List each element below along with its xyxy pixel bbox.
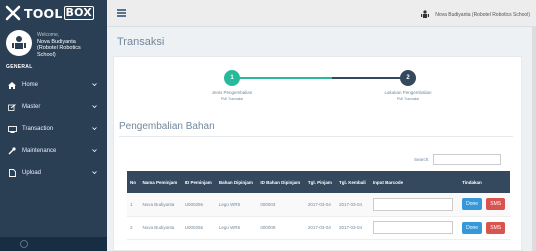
cell-no: 2	[130, 225, 133, 230]
sidebar-section-label: GENERAL	[6, 64, 33, 70]
avatar	[6, 30, 32, 56]
wizard-step-1[interactable]: 1	[224, 70, 240, 86]
col-header-tindakan[interactable]: Tindakan	[459, 171, 510, 193]
cell-id-bahan: 000003	[260, 201, 276, 207]
sidebar-item-label: Maintenance	[22, 148, 57, 154]
col-header-input-barcode[interactable]: Input Barcode	[370, 171, 459, 193]
tools-icon	[5, 5, 21, 21]
sidebar: TOOL BOX Welcome, Nova Budiyanta (Robote…	[0, 0, 107, 251]
profile-name-line-3: School)	[37, 51, 56, 58]
cell-tgl-pinjam: 2017-03-04	[307, 225, 331, 230]
sidebar-item-master[interactable]: Master	[0, 96, 107, 118]
sidebar-item-label: Home	[22, 82, 39, 88]
chevron-down-icon	[92, 127, 97, 131]
cell-nama-peminjam: Nova Budiyanta	[142, 225, 175, 230]
settings-icon[interactable]	[20, 240, 28, 248]
wizard-line-progress	[232, 77, 332, 79]
sidebar-item-home[interactable]: Home	[0, 74, 107, 96]
cell-bahan: Lego WR5	[218, 201, 241, 207]
robot-avatar-icon	[12, 36, 26, 49]
sidebar-item-label: Master	[22, 104, 41, 110]
cell-tgl-pinjam: 2017-03-04	[307, 201, 331, 207]
brand-box: BOX	[63, 6, 94, 20]
scrollbar[interactable]	[532, 27, 536, 251]
profile-name-line-2: (Robotel Robotics	[37, 45, 81, 51]
sidebar-item-upload[interactable]: Upload	[0, 162, 107, 184]
user-menu[interactable]: Nova Budiyanta (Robotel Robotics School)	[421, 10, 530, 19]
table-row: 2 Nova Budiyanta U000256 Lego WR5 000009…	[127, 216, 510, 239]
section-title: Pengembalian Bahan	[119, 121, 215, 132]
content-panel: 1 2 Jenis Pengembalian PMI Transaksi Lak…	[113, 56, 522, 251]
profile: Welcome, Nova Budiyanta (Robotel Robotic…	[0, 26, 107, 62]
col-header-tgl-kembali[interactable]: Tgl. Kembali	[336, 171, 370, 193]
col-header-id-bahan[interactable]: ID Bahan Dipinjam	[257, 171, 304, 193]
wizard-step-2-label: Lakukan Pengembalian PMI Transaksi	[363, 90, 453, 102]
return-table: No Nama Peminjam ID Peminjam Bahan Dipin…	[127, 171, 510, 240]
chevron-down-icon	[92, 105, 97, 109]
cell-id-peminjam: U000256	[184, 201, 203, 207]
wizard-step-sub: PMI Transaksi	[220, 97, 244, 101]
search-label: Search:	[414, 157, 430, 162]
wizard-step-sub: PMI Transaksi	[396, 97, 420, 101]
cell-bahan: Lego WR5	[218, 225, 241, 230]
done-button[interactable]: Done	[462, 221, 483, 234]
col-header-bahan-dipinjam[interactable]: Bahan Dipinjam	[216, 171, 257, 193]
col-header-no[interactable]: No	[127, 171, 139, 193]
cell-nama-peminjam: Nova Budiyanta	[142, 201, 175, 207]
brand-name: TOOL	[24, 5, 63, 21]
home-icon	[7, 81, 17, 90]
wizard-step-2[interactable]: 2	[400, 70, 416, 86]
robot-user-icon	[421, 10, 430, 18]
search-input[interactable]	[432, 154, 501, 165]
chevron-down-icon	[92, 83, 97, 87]
col-header-nama-peminjam[interactable]: Nama Peminjam	[139, 171, 181, 193]
cell-barcode	[370, 216, 459, 239]
divider	[119, 136, 513, 137]
monitor-icon	[7, 125, 17, 134]
table-search: Search:	[414, 154, 501, 165]
sidebar-item-transaction[interactable]: Transaction	[0, 118, 107, 140]
chevron-down-icon	[92, 149, 97, 153]
cell-tgl-kembali: 2017-03-04	[338, 201, 362, 207]
sidebar-item-maintenance[interactable]: Maintenance	[0, 140, 107, 162]
sidebar-item-label: Transaction	[22, 126, 54, 132]
chevron-down-icon	[92, 171, 97, 175]
cell-tgl-kembali: 2017-03-04	[338, 225, 362, 230]
wizard-step-1-label: Jenis Pengembalian PMI Transaksi	[187, 90, 277, 102]
cell-barcode	[370, 193, 459, 216]
sidebar-item-label: Upload	[22, 170, 42, 176]
cell-id-bahan: 000009	[260, 225, 276, 230]
page-title: Transaksi	[117, 36, 165, 48]
cell-no: 1	[130, 201, 133, 207]
file-icon	[7, 169, 17, 178]
edit-icon	[7, 103, 17, 112]
barcode-input[interactable]	[372, 221, 453, 234]
barcode-input[interactable]	[372, 197, 453, 211]
cell-id-peminjam: U000256	[184, 225, 203, 230]
sms-button[interactable]: SMS	[486, 198, 506, 211]
cell-actions: Done SMS	[459, 193, 510, 216]
user-name: Nova Budiyanta (Robotel Robotics School)	[435, 11, 530, 18]
menu-toggle-icon[interactable]	[117, 9, 126, 17]
brand-logo[interactable]: TOOL BOX	[0, 0, 107, 26]
sms-button[interactable]: SMS	[486, 221, 506, 234]
table-row: 1 Nova Budiyanta U000256 Lego WR5 000003…	[127, 193, 510, 216]
sidebar-footer	[0, 237, 107, 251]
cell-actions: Done SMS	[459, 216, 510, 239]
wrench-icon	[7, 147, 17, 156]
table-header-row: No Nama Peminjam ID Peminjam Bahan Dipin…	[127, 171, 510, 193]
top-navbar: Nova Budiyanta (Robotel Robotics School)	[107, 0, 536, 27]
col-header-id-peminjam[interactable]: ID Peminjam	[182, 171, 216, 193]
done-button[interactable]: Done	[462, 198, 483, 211]
col-header-tgl-pinjam[interactable]: Tgl. Pinjam	[305, 171, 336, 193]
